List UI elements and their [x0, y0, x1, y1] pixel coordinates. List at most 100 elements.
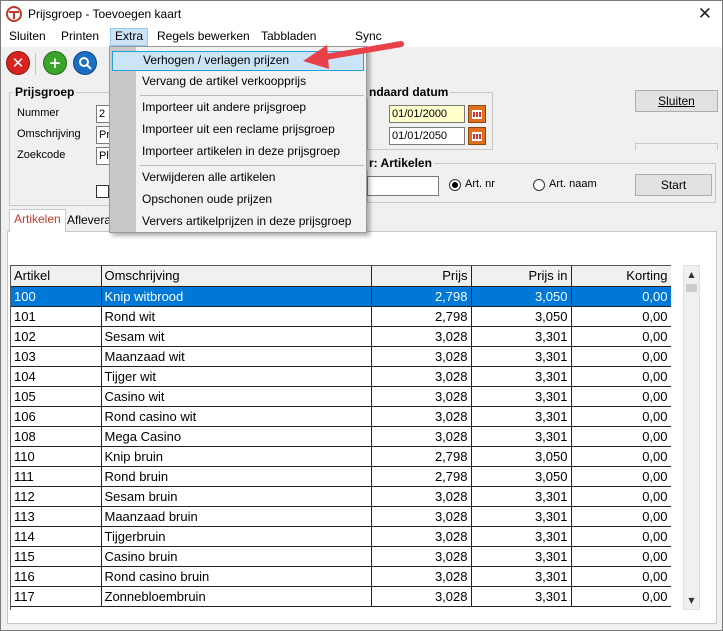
- cell-omschrijving: Rond casino wit: [101, 406, 372, 427]
- artikelen-grid[interactable]: Artikel Omschrijving Prijs Prijs in Kort…: [10, 265, 671, 610]
- add-icon[interactable]: +: [43, 51, 67, 75]
- cell-omschrijving: Knip bruin: [101, 446, 372, 467]
- radio-art-naam[interactable]: [533, 179, 545, 191]
- cell-prijs-in: 3,301: [471, 586, 572, 607]
- col-korting[interactable]: Korting: [571, 266, 671, 287]
- cell-prijs-in: 3,301: [471, 486, 572, 507]
- cell-artikel: 105: [11, 386, 102, 407]
- scroll-up-icon[interactable]: ▲: [684, 266, 699, 283]
- scroll-thumb[interactable]: [686, 284, 697, 292]
- table-row[interactable]: 110 Knip bruin 2,798 3,050 0,00: [11, 446, 671, 467]
- cell-prijs: 3,028: [371, 426, 472, 447]
- table-row[interactable]: 105 Casino wit 3,028 3,301 0,00: [11, 386, 671, 407]
- cell-prijs: 3,028: [371, 366, 472, 387]
- table-row[interactable]: 100 Knip witbrood 2,798 3,050 0,00: [11, 286, 671, 307]
- cell-prijs: 3,028: [371, 506, 472, 527]
- cell-prijs: 3,028: [371, 406, 472, 427]
- menu-printen[interactable]: Printen: [57, 28, 103, 46]
- cell-omschrijving: Tijger wit: [101, 366, 372, 387]
- cell-prijs: 3,028: [371, 566, 472, 587]
- cell-omschrijving: Sesam wit: [101, 326, 372, 347]
- table-row[interactable]: 103 Maanzaad wit 3,028 3,301 0,00: [11, 346, 671, 367]
- cell-artikel: 103: [11, 346, 102, 367]
- tab-artikelen[interactable]: Artikelen: [9, 209, 66, 232]
- cell-omschrijving: Tijgerbruin: [101, 526, 372, 547]
- zoekcode-label: Zoekcode: [17, 149, 66, 161]
- calendar-from-icon[interactable]: [468, 105, 486, 123]
- cell-omschrijving: Casino bruin: [101, 546, 372, 567]
- col-omschrijving[interactable]: Omschrijving: [101, 266, 372, 287]
- cell-prijs-in: 3,301: [471, 326, 572, 347]
- cell-prijs-in: 3,301: [471, 566, 572, 587]
- cell-prijs-in: 3,301: [471, 386, 572, 407]
- cell-prijs-in: 3,301: [471, 406, 572, 427]
- grid-scrollbar[interactable]: ▲ ▼: [683, 265, 700, 610]
- menu-item-ververs-artikelprijzen[interactable]: Ververs artikelprijzen in deze prijsgroe…: [112, 212, 364, 232]
- menu-item-verwijderen-alle-artikelen[interactable]: Verwijderen alle artikelen: [112, 168, 364, 188]
- table-row[interactable]: 116 Rond casino bruin 3,028 3,301 0,00: [11, 566, 671, 587]
- table-row[interactable]: 102 Sesam wit 3,028 3,301 0,00: [11, 326, 671, 347]
- menu-separator: [140, 165, 364, 166]
- radio-art-nr[interactable]: [449, 179, 461, 191]
- table-row[interactable]: 117 Zonnebloembruin 3,028 3,301 0,00: [11, 586, 671, 607]
- calendar-to-icon[interactable]: [468, 127, 486, 145]
- table-row[interactable]: 113 Maanzaad bruin 3,028 3,301 0,00: [11, 506, 671, 527]
- zoek-input[interactable]: [367, 176, 439, 196]
- date-from-field[interactable]: 01/01/2000: [389, 105, 465, 123]
- cell-omschrijving: Casino wit: [101, 386, 372, 407]
- menu-regels-bewerken[interactable]: Regels bewerken: [153, 28, 254, 46]
- sluiten-button[interactable]: Sluiten: [635, 90, 718, 112]
- tab-afleveradressen[interactable]: Afleverad: [63, 211, 113, 231]
- start-button[interactable]: Start: [635, 174, 712, 196]
- search-icon[interactable]: [73, 51, 97, 75]
- table-row[interactable]: 114 Tijgerbruin 3,028 3,301 0,00: [11, 526, 671, 547]
- table-row[interactable]: 112 Sesam bruin 3,028 3,301 0,00: [11, 486, 671, 507]
- cell-artikel: 101: [11, 306, 102, 327]
- cell-artikel: 100: [11, 286, 102, 307]
- menu-sluiten[interactable]: Sluiten: [5, 28, 50, 46]
- col-artikel[interactable]: Artikel: [11, 266, 102, 287]
- cell-korting: 0,00: [571, 406, 671, 427]
- cell-prijs-in: 3,050: [471, 446, 572, 467]
- cell-prijs: 2,798: [371, 446, 472, 467]
- cell-artikel: 111: [11, 466, 102, 487]
- menu-item-importeer-artikelen[interactable]: Importeer artikelen in deze prijsgroep: [112, 142, 364, 162]
- table-row[interactable]: 108 Mega Casino 3,028 3,301 0,00: [11, 426, 671, 447]
- cell-omschrijving: Maanzaad bruin: [101, 506, 372, 527]
- cell-prijs-in: 3,301: [471, 366, 572, 387]
- radio-art-nr-label: Art. nr: [465, 178, 495, 190]
- cell-prijs: 3,028: [371, 526, 472, 547]
- menu-item-importeer-andere-prijsgroep[interactable]: Importeer uit andere prijsgroep: [112, 98, 364, 118]
- table-row[interactable]: 111 Rond bruin 2,798 3,050 0,00: [11, 466, 671, 487]
- cell-artikel: 113: [11, 506, 102, 527]
- omschrijving-label: Omschrijving: [17, 128, 81, 140]
- cell-prijs: 2,798: [371, 286, 472, 307]
- cell-omschrijving: Knip witbrood: [101, 286, 372, 307]
- cancel-icon[interactable]: ✕: [6, 51, 30, 75]
- window-title: Prijsgroep - Toevoegen kaart: [28, 7, 182, 21]
- toolbar-separator: [35, 53, 36, 75]
- nummer-label: Nummer: [17, 107, 60, 119]
- menu-separator: [140, 95, 364, 96]
- cell-artikel: 117: [11, 586, 102, 607]
- table-row[interactable]: 106 Rond casino wit 3,028 3,301 0,00: [11, 406, 671, 427]
- cell-artikel: 112: [11, 486, 102, 507]
- title-bar: Prijsgroep - Toevoegen kaart ✕: [1, 1, 722, 27]
- cell-artikel: 115: [11, 546, 102, 567]
- table-row[interactable]: 104 Tijger wit 3,028 3,301 0,00: [11, 366, 671, 387]
- table-row[interactable]: 115 Casino bruin 3,028 3,301 0,00: [11, 546, 671, 567]
- artikelen-table: Artikel Omschrijving Prijs Prijs in Kort…: [11, 266, 671, 607]
- scroll-down-icon[interactable]: ▼: [684, 592, 699, 609]
- option-checkbox[interactable]: [96, 185, 109, 198]
- menu-item-opschonen-oude-prijzen[interactable]: Opschonen oude prijzen: [112, 190, 364, 210]
- close-window-icon[interactable]: ✕: [698, 4, 712, 24]
- cell-korting: 0,00: [571, 366, 671, 387]
- col-prijs[interactable]: Prijs: [371, 266, 472, 287]
- date-to-field[interactable]: 01/01/2050: [389, 127, 465, 145]
- col-prijs-in[interactable]: Prijs in: [471, 266, 572, 287]
- cell-korting: 0,00: [571, 546, 671, 567]
- menu-item-importeer-reclame-prijsgroep[interactable]: Importeer uit een reclame prijsgroep: [112, 120, 364, 140]
- menu-extra[interactable]: Extra: [110, 28, 149, 46]
- cell-artikel: 102: [11, 326, 102, 347]
- table-row[interactable]: 101 Rond wit 2,798 3,050 0,00: [11, 306, 671, 327]
